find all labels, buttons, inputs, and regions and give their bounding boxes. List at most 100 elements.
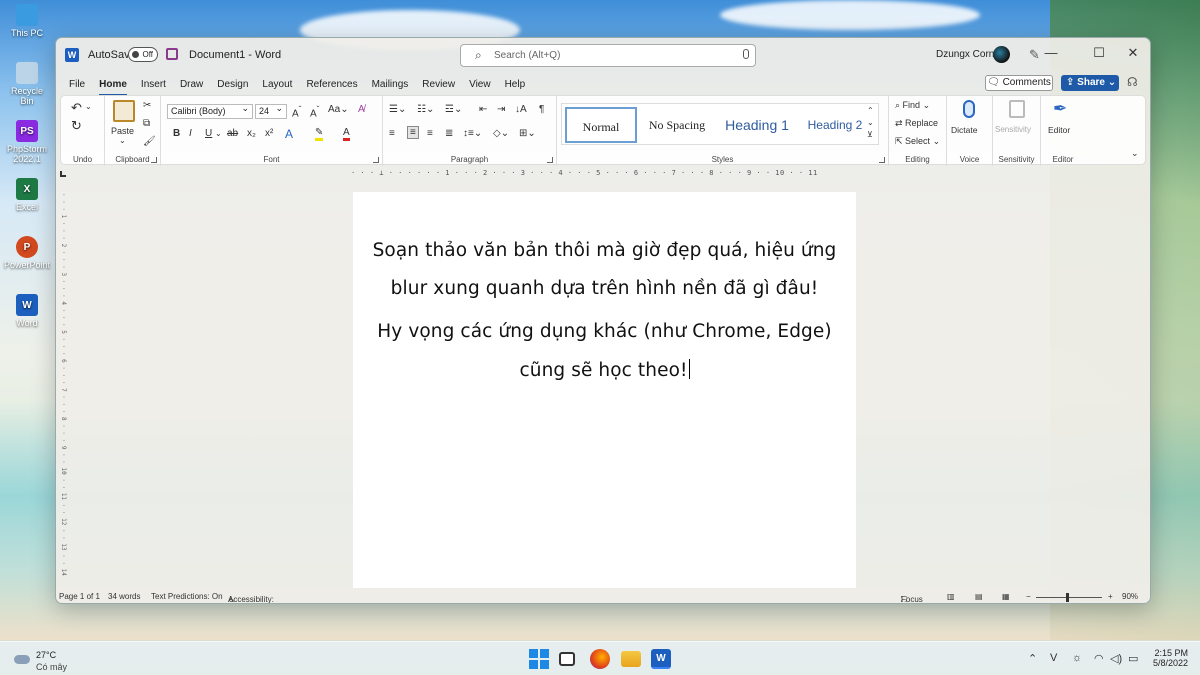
borders-icon[interactable]: ⊞⌄ (519, 128, 536, 139)
document-page[interactable]: Soạn thảo văn bản thôi mà giờ đẹp quá, h… (353, 192, 856, 588)
select-button[interactable]: ⇱ Select ⌄ (895, 136, 940, 147)
font-launcher-icon[interactable] (373, 157, 379, 163)
copy-icon[interactable]: ⧉ (143, 118, 150, 129)
tab-home[interactable]: Home (99, 79, 127, 96)
search-input[interactable]: ⌕ Search (Alt+Q) (460, 44, 756, 67)
decrease-indent-icon[interactable]: ⇤ (479, 104, 487, 115)
clock[interactable]: 2:15 PM 5/8/2022 (1150, 648, 1188, 668)
autosave-toggle[interactable]: Off (128, 47, 158, 62)
dictate-button[interactable]: Dictate (951, 125, 977, 135)
minimize-button[interactable]: — (1036, 45, 1066, 60)
vivaldi-tray-icon[interactable]: V (1050, 652, 1057, 664)
text-effects-icon[interactable]: A (285, 127, 293, 141)
tab-file[interactable]: File (69, 79, 85, 96)
change-case-icon[interactable]: Aa⌄ (328, 104, 349, 115)
collapse-ribbon-icon[interactable]: ⌄ (1131, 148, 1139, 159)
tab-design[interactable]: Design (217, 79, 248, 96)
strikethrough-icon[interactable]: ab (227, 128, 238, 139)
align-left-icon[interactable]: ≡ (389, 128, 395, 139)
numbering-icon[interactable]: ☷⌄ (417, 104, 434, 115)
subscript-icon[interactable]: x₂ (247, 128, 256, 139)
read-mode-icon[interactable]: ▥ (947, 592, 955, 601)
text-predictions-status[interactable]: Text Predictions: On (151, 592, 223, 601)
clipboard-launcher-icon[interactable] (151, 157, 157, 163)
desktop-icon-powerpoint[interactable]: P PowerPoint (4, 236, 50, 270)
paste-button[interactable]: Paste (111, 126, 134, 136)
format-painter-icon[interactable]: 🖌 (143, 136, 156, 147)
redo-icon[interactable]: ↻ (71, 118, 82, 134)
editor-icon[interactable]: ✒ (1053, 99, 1067, 119)
firefox-icon[interactable] (590, 649, 610, 669)
document-text-line-last[interactable]: cũng sẽ học theo! (353, 359, 856, 381)
web-layout-icon[interactable]: ▦ (1002, 592, 1010, 601)
align-right-icon[interactable]: ≡ (427, 128, 433, 139)
task-view-icon[interactable] (559, 652, 575, 666)
desktop-icon-recycle-bin[interactable]: Recycle Bin (4, 62, 50, 106)
undo-icon[interactable]: ↶ (71, 100, 82, 116)
print-layout-icon[interactable]: ▤ (975, 592, 983, 601)
superscript-icon[interactable]: x² (265, 128, 273, 139)
zoom-in-button[interactable]: + (1108, 592, 1113, 601)
document-text-line[interactable]: Soạn thảo văn bản thôi mà giờ đẹp quá, h… (353, 240, 856, 261)
tab-review[interactable]: Review (422, 79, 455, 96)
document-text-line[interactable]: Hy vọng các ứng dụng khác (như Chrome, E… (353, 321, 856, 342)
tab-insert[interactable]: Insert (141, 79, 166, 96)
dictate-icon[interactable] (963, 100, 975, 118)
font-size-select[interactable]: 24 (255, 102, 287, 119)
zoom-out-button[interactable]: − (1026, 592, 1031, 601)
comments-button[interactable]: 🗨 Comments (985, 75, 1053, 91)
word-taskbar-icon[interactable]: W (651, 649, 671, 669)
horizontal-ruler[interactable]: · · · ⊥ · · · · · · 1 · · · 2 · · · 3 · … (351, 169, 821, 179)
desktop-icon-excel[interactable]: X Excel (4, 178, 50, 212)
line-spacing-icon[interactable]: ↕≡⌄ (463, 128, 482, 139)
show-hidden-icons-icon[interactable]: ⌃ (1028, 652, 1037, 665)
style-heading-1[interactable]: Heading 1 (717, 107, 797, 143)
zoom-level[interactable]: 90% (1122, 592, 1138, 601)
file-explorer-icon[interactable] (621, 651, 641, 667)
zoom-slider-thumb[interactable] (1066, 593, 1069, 602)
close-button[interactable]: ✕ (1118, 45, 1148, 61)
bold-icon[interactable]: B (173, 128, 180, 139)
chevron-down-icon[interactable]: ⌄ (215, 129, 222, 138)
start-button[interactable] (529, 649, 549, 669)
style-no-spacing[interactable]: No Spacing (642, 107, 712, 143)
replace-button[interactable]: ⇄ Replace (895, 118, 938, 129)
paragraph-launcher-icon[interactable] (547, 157, 553, 163)
tab-help[interactable]: Help (505, 79, 526, 96)
tab-selector-icon[interactable] (60, 171, 66, 177)
font-name-select[interactable]: Calibri (Body) (167, 102, 253, 119)
italic-icon[interactable]: I (189, 128, 192, 139)
justify-icon[interactable]: ≣ (445, 128, 453, 139)
shading-icon[interactable]: ◇⌄ (493, 128, 509, 139)
tab-draw[interactable]: Draw (180, 79, 203, 96)
brightness-icon[interactable]: ☼ (1072, 652, 1082, 664)
styles-scroll-down-icon[interactable]: ⌄ (867, 118, 874, 127)
bullets-icon[interactable]: ☰⌄ (389, 104, 406, 115)
tab-view[interactable]: View (469, 79, 491, 96)
wifi-icon[interactable]: ◠ (1094, 652, 1104, 665)
tab-references[interactable]: References (306, 79, 357, 96)
microphone-icon[interactable] (743, 49, 749, 59)
editor-button[interactable]: Editor (1048, 125, 1070, 135)
tab-layout[interactable]: Layout (262, 79, 292, 96)
user-name[interactable]: Dzungx Corn (936, 49, 994, 60)
clear-formatting-icon[interactable]: A̸ (358, 104, 365, 115)
multilevel-list-icon[interactable]: ☲⌄ (445, 104, 462, 115)
avatar[interactable] (993, 46, 1010, 63)
desktop-icon-phpstorm[interactable]: PS PhpStorm 2022.1 (4, 120, 50, 164)
styles-scroll-up-icon[interactable]: ⌃ (867, 106, 874, 115)
cut-icon[interactable]: ✂ (143, 100, 151, 111)
find-button[interactable]: ⌕ Find ⌄ (895, 100, 930, 111)
sort-icon[interactable]: ↓A (515, 104, 527, 115)
highlight-icon[interactable]: ✎ (315, 127, 324, 141)
word-count[interactable]: 34 words (108, 592, 140, 601)
vertical-ruler[interactable]: · · · 1 · · · 2 · · · 3 · · · 4 · · · 5 … (59, 193, 67, 583)
styles-more-icon[interactable]: ⊻ (867, 130, 873, 139)
share-button[interactable]: ⇪ Share ⌄ (1061, 75, 1119, 91)
save-icon[interactable] (166, 48, 178, 60)
increase-indent-icon[interactable]: ⇥ (497, 104, 505, 115)
align-center-icon[interactable]: ≡ (407, 126, 419, 139)
volume-icon[interactable]: ◁) (1110, 652, 1122, 665)
page-count[interactable]: Page 1 of 1 (59, 592, 100, 601)
desktop-icon-word[interactable]: W Word (4, 294, 50, 328)
